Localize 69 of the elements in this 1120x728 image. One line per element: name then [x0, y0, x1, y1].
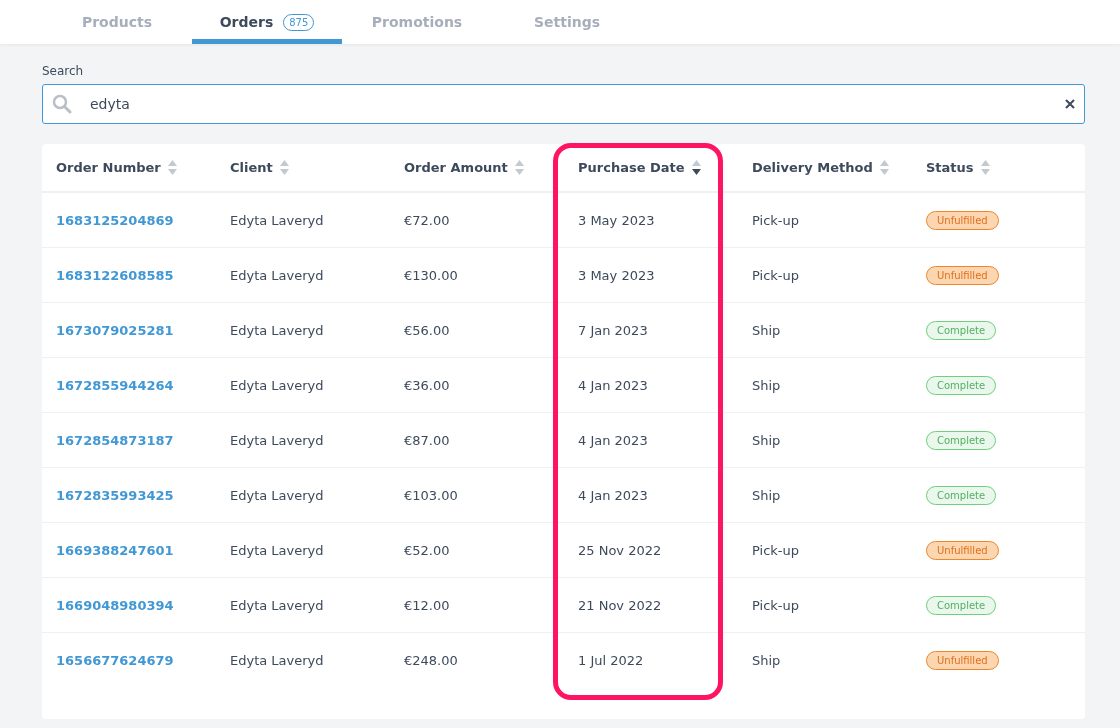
- delivery-method: Pick-up: [752, 267, 800, 283]
- order-number-link[interactable]: 1672855944264: [56, 377, 174, 393]
- order-number-link[interactable]: 1656677624679: [56, 652, 174, 668]
- client-name: Edyta Laveryd: [230, 212, 324, 228]
- search-field[interactable]: edyta: [42, 84, 1085, 124]
- status-badge: Complete: [926, 595, 997, 615]
- order-amount: €36.00: [404, 377, 450, 393]
- status-badge: Complete: [926, 375, 997, 395]
- purchase-date: 25 Nov 2022: [578, 542, 662, 558]
- status-badge: Complete: [926, 430, 997, 450]
- purchase-date: 4 Jan 2023: [578, 487, 648, 503]
- delivery-method: Ship: [752, 487, 781, 503]
- order-number-link[interactable]: 1672854873187: [56, 432, 174, 448]
- delivery-method: Pick-up: [752, 212, 800, 228]
- order-number-link[interactable]: 1683122608585: [56, 267, 174, 283]
- column-header[interactable]: Order Number: [56, 160, 161, 175]
- purchase-date: 3 May 2023: [578, 267, 655, 283]
- status-badge: Complete: [926, 485, 997, 505]
- order-amount: €130.00: [404, 267, 458, 283]
- search-label: Search: [42, 64, 85, 78]
- order-amount: €12.00: [404, 597, 450, 613]
- column-header[interactable]: Status: [926, 160, 974, 175]
- purchase-date: 7 Jan 2023: [578, 322, 648, 338]
- delivery-method: Ship: [752, 652, 781, 668]
- column-header[interactable]: Delivery Method: [752, 160, 873, 175]
- client-name: Edyta Laveryd: [230, 377, 324, 393]
- close-icon[interactable]: [1065, 99, 1075, 109]
- delivery-method: Ship: [752, 377, 781, 393]
- delivery-method: Pick-up: [752, 542, 800, 558]
- purchase-date: 3 May 2023: [578, 212, 655, 228]
- order-number-link[interactable]: 1673079025281: [56, 322, 174, 338]
- status-badge: Unfulfilled: [926, 265, 999, 285]
- tab[interactable]: Orders 875: [192, 0, 342, 44]
- tab[interactable]: Products: [42, 0, 192, 44]
- delivery-method: Ship: [752, 432, 781, 448]
- status-badge: Complete: [926, 320, 997, 340]
- order-amount: €87.00: [404, 432, 450, 448]
- tab[interactable]: Promotions: [342, 0, 492, 44]
- client-name: Edyta Laveryd: [230, 597, 324, 613]
- status-badge: Unfulfilled: [926, 210, 999, 230]
- order-amount: €52.00: [404, 542, 450, 558]
- client-name: Edyta Laveryd: [230, 652, 324, 668]
- order-number-link[interactable]: 1683125204869: [56, 212, 174, 228]
- column-header[interactable]: Client: [230, 160, 273, 175]
- search-icon: [52, 94, 72, 114]
- column-header[interactable]: Purchase Date: [578, 160, 685, 175]
- order-number-link[interactable]: 1672835993425: [56, 487, 174, 503]
- sort-icon[interactable]: [691, 160, 701, 175]
- purchase-date: 1 Jul 2022: [578, 652, 644, 668]
- purchase-date: 4 Jan 2023: [578, 432, 648, 448]
- status-badge: Unfulfilled: [926, 650, 999, 670]
- tab[interactable]: Settings: [492, 0, 642, 44]
- order-amount: €103.00: [404, 487, 458, 503]
- client-name: Edyta Laveryd: [230, 487, 324, 503]
- delivery-method: Pick-up: [752, 597, 800, 613]
- purchase-date: 21 Nov 2022: [578, 597, 662, 613]
- order-amount: €248.00: [404, 652, 458, 668]
- client-name: Edyta Laveryd: [230, 432, 324, 448]
- client-name: Edyta Laveryd: [230, 267, 324, 283]
- client-name: Edyta Laveryd: [230, 322, 324, 338]
- order-number-link[interactable]: 1669388247601: [56, 542, 174, 558]
- status-badge: Unfulfilled: [926, 540, 999, 560]
- purchase-date: 4 Jan 2023: [578, 377, 648, 393]
- order-number-link[interactable]: 1669048980394: [56, 597, 174, 613]
- column-header[interactable]: Order Amount: [404, 160, 508, 175]
- order-amount: €72.00: [404, 212, 450, 228]
- order-amount: €56.00: [404, 322, 450, 338]
- client-name: Edyta Laveryd: [230, 542, 324, 558]
- delivery-method: Ship: [752, 322, 781, 338]
